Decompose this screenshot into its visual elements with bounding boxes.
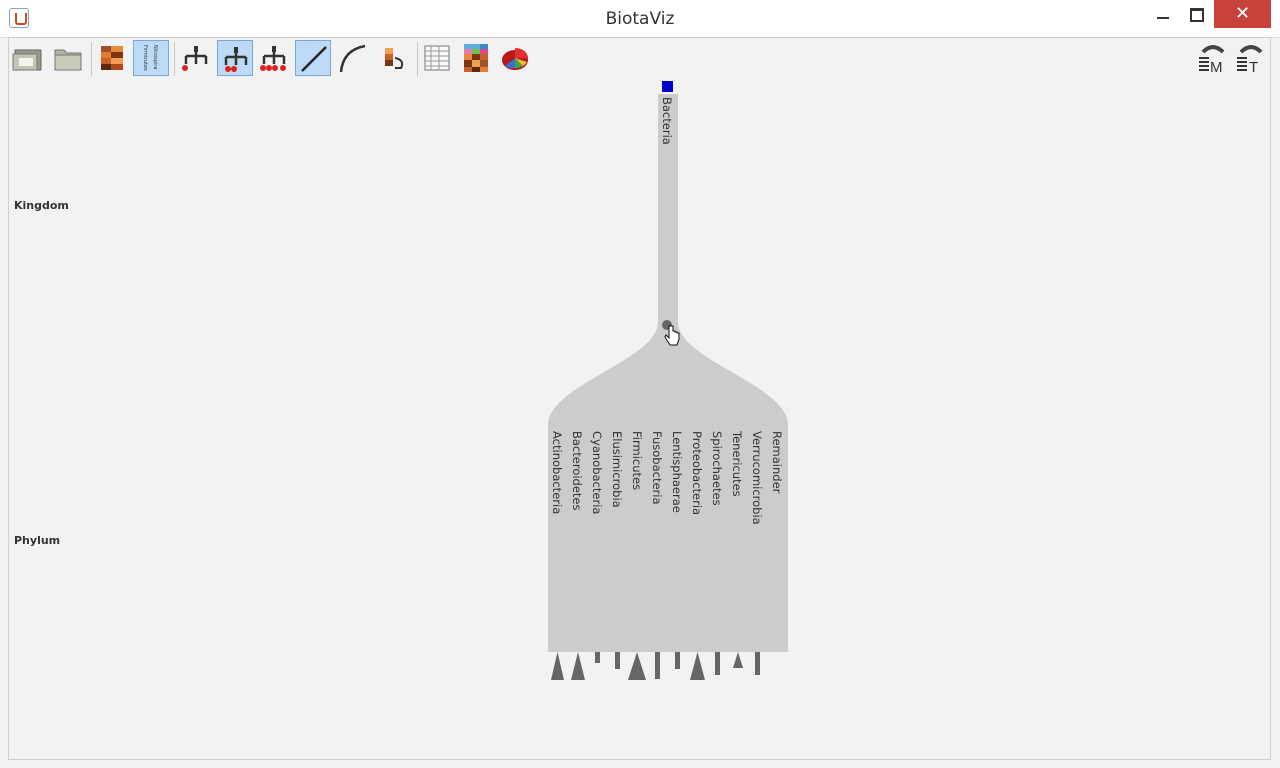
tree-panel-button[interactable]: T (1233, 40, 1269, 76)
tree-text-icon: T (1237, 45, 1263, 76)
remainder-button[interactable] (375, 40, 411, 76)
open-file-icon (12, 49, 42, 71)
bars-arrow-icon (385, 48, 404, 69)
rank-label-kingdom: Kingdom (14, 199, 69, 212)
toolbar-separator (174, 42, 175, 76)
phylum-label[interactable]: Fusobacteria (650, 431, 664, 505)
metadata-panel-button[interactable]: M (1195, 40, 1231, 76)
phylum-label[interactable]: Tenericutes (730, 431, 744, 497)
main-panel (8, 37, 1271, 760)
straight-line-icon (301, 46, 327, 72)
tree-full-icon (260, 46, 286, 71)
curve-icon (339, 44, 366, 73)
phylum-label[interactable]: Firmicutes (630, 431, 644, 490)
pie-chart-icon (502, 48, 528, 70)
svg-text:T: T (1249, 59, 1258, 76)
toolbar-separator (417, 42, 418, 76)
table-icon (424, 45, 450, 71)
tree-leaves-button[interactable] (178, 40, 214, 76)
color-matrix-icon (464, 44, 488, 72)
phylum-label[interactable]: Proteobacteria (690, 431, 704, 515)
phylum-label[interactable]: Lentisphaerae (670, 431, 684, 513)
tree-all-nodes-button[interactable] (217, 40, 253, 76)
mini-label-bottom: Firmicutes (142, 45, 148, 71)
svg-text:M: M (1210, 59, 1223, 76)
pie-chart-button[interactable] (497, 40, 533, 76)
open-file-button[interactable] (11, 40, 47, 76)
mini-label-top: Nitrospira (152, 45, 158, 70)
title-bar: BiotaViz ✕ (0, 0, 1280, 38)
phylum-label[interactable]: Bacteroidetes (570, 431, 584, 511)
curved-edges-toggle[interactable] (335, 40, 371, 76)
root-label[interactable]: Bacteria (660, 97, 674, 145)
toolbar-separator (91, 42, 92, 76)
taxon-labels-toggle[interactable]: Nitrospira Firmicutes (133, 40, 169, 76)
phylum-label[interactable]: Actinobacteria (550, 431, 564, 514)
tree-leaves-icon (182, 46, 208, 71)
heatmap-button[interactable] (95, 40, 131, 76)
tree-nodes-icon (224, 47, 248, 72)
table-view-button[interactable] (419, 40, 455, 76)
tree-full-button[interactable] (256, 40, 292, 76)
straight-edges-toggle[interactable] (295, 40, 331, 76)
rank-label-phylum: Phylum (14, 534, 61, 547)
phylum-label[interactable]: Cyanobacteria (590, 431, 604, 514)
phylum-label[interactable]: Verrucomicrobia (750, 431, 764, 525)
maximize-button[interactable] (1178, 0, 1214, 28)
color-matrix-button[interactable] (458, 40, 494, 76)
close-button[interactable]: ✕ (1214, 0, 1271, 28)
phylum-label[interactable]: Remainder (770, 431, 784, 493)
folder-icon (54, 49, 82, 71)
phylum-label[interactable]: Elusimicrobia (610, 431, 624, 508)
stacked-bars-icon (101, 46, 123, 70)
open-folder-button[interactable] (50, 40, 86, 76)
metadata-icon: M (1199, 45, 1225, 76)
window-title: BiotaViz (605, 9, 675, 29)
minimize-button[interactable] (1145, 0, 1181, 28)
phylum-label[interactable]: Spirochaetes (710, 431, 724, 506)
